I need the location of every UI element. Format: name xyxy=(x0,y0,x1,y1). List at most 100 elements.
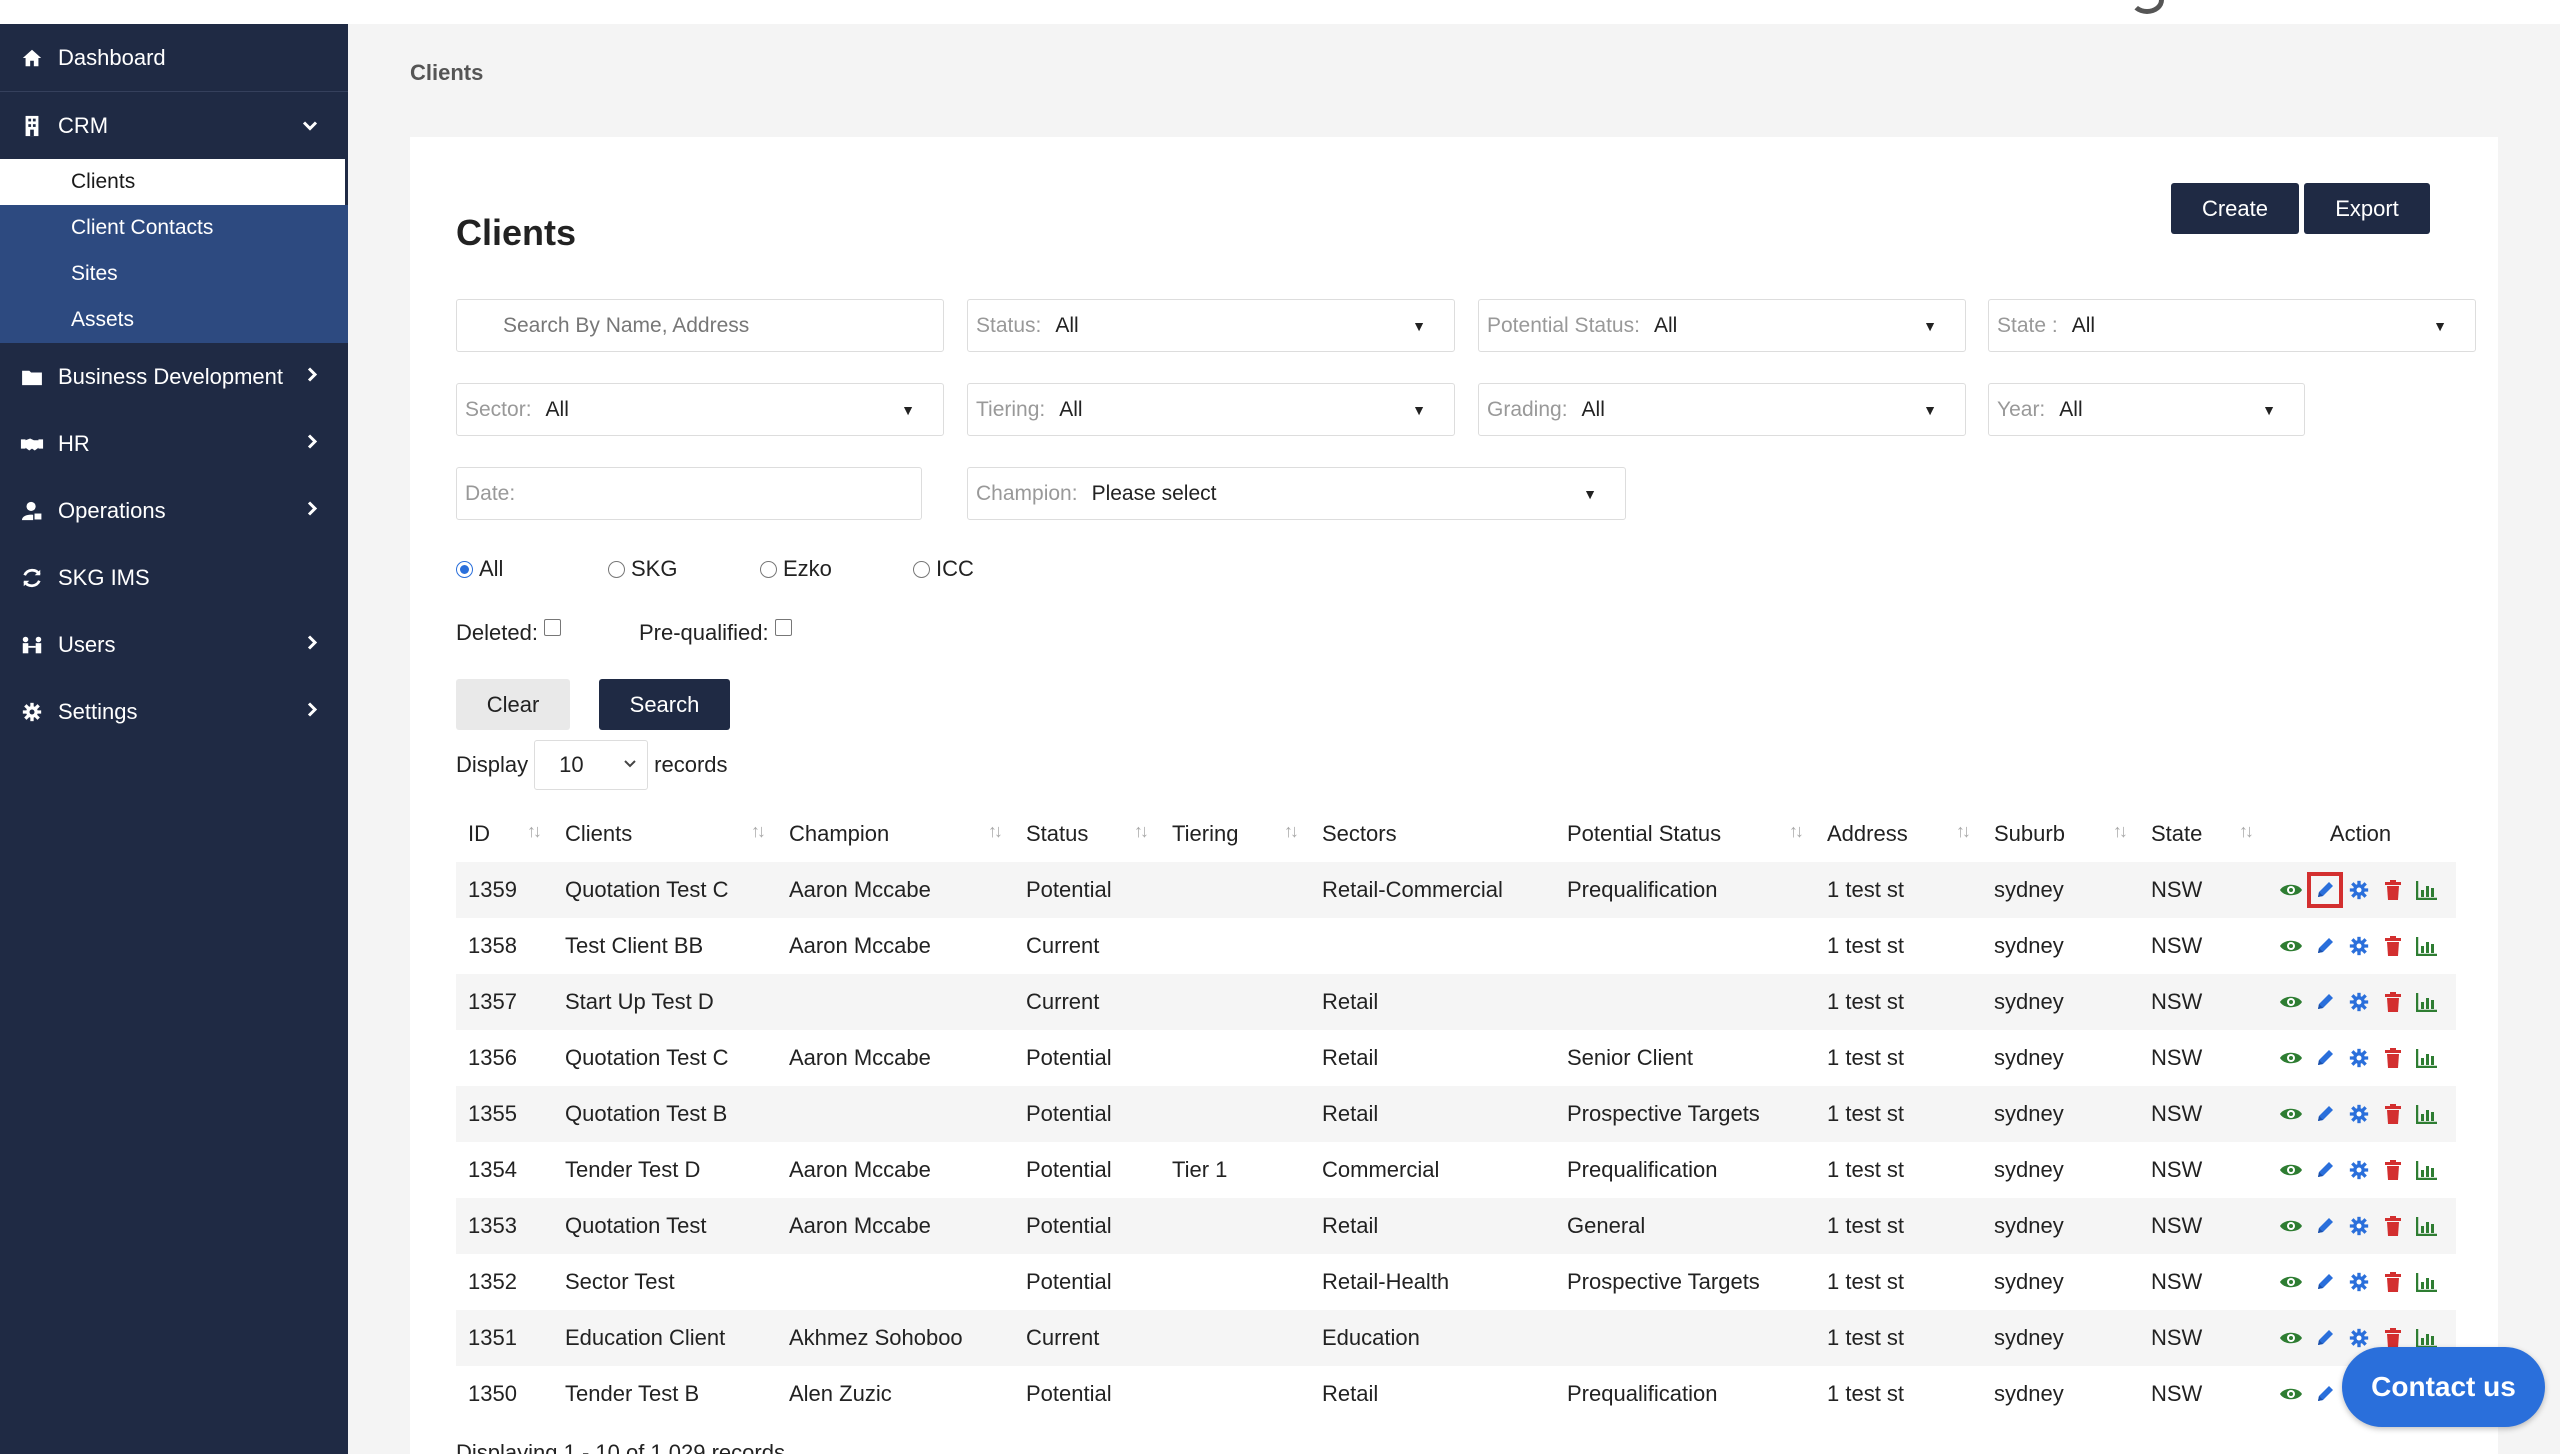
column-header-address[interactable]: Address ↑↓ xyxy=(1815,806,1982,862)
edit-icon[interactable] xyxy=(2311,1156,2339,1184)
sidebar-item-users[interactable]: Users xyxy=(0,611,348,678)
sidebar-item-dashboard[interactable]: Dashboard xyxy=(0,24,348,91)
settings-icon[interactable] xyxy=(2345,1100,2373,1128)
edit-icon[interactable] xyxy=(2311,1212,2339,1240)
sidebar-item-business-development[interactable]: Business Development xyxy=(0,343,348,410)
settings-icon[interactable] xyxy=(2345,1268,2373,1296)
radio-icc[interactable]: ICC xyxy=(913,556,974,582)
records-summary: Displaying 1 - 10 of 1,029 records xyxy=(456,1440,785,1454)
chart-icon[interactable] xyxy=(2413,1156,2441,1184)
delete-icon[interactable] xyxy=(2379,876,2407,904)
edit-icon[interactable] xyxy=(2311,1268,2339,1296)
sector-label: Sector: xyxy=(465,397,532,421)
search-button[interactable]: Search xyxy=(599,679,730,730)
column-header-tiering[interactable]: Tiering ↑↓ xyxy=(1160,806,1310,862)
sidebar-subitem-sites[interactable]: Sites xyxy=(0,251,348,297)
cell-champion: Aaron Mccabe xyxy=(789,877,931,902)
radio-ezko[interactable]: Ezko xyxy=(760,556,832,582)
search-input[interactable]: Search By Name, Address xyxy=(456,299,944,352)
column-header-state[interactable]: State ↑↓ xyxy=(2139,806,2265,862)
edit-icon[interactable] xyxy=(2311,1100,2339,1128)
header-label: State xyxy=(2151,821,2203,846)
edit-icon[interactable] xyxy=(2311,1324,2339,1352)
sidebar-item-hr[interactable]: HR xyxy=(0,410,348,477)
chart-icon[interactable] xyxy=(2413,1268,2441,1296)
cell-potential-status: Senior Client xyxy=(1567,1045,1693,1070)
cell-id: 1352 xyxy=(468,1269,517,1294)
sidebar-item-operations[interactable]: Operations xyxy=(0,477,348,544)
view-icon[interactable] xyxy=(2277,1324,2305,1352)
view-icon[interactable] xyxy=(2277,1044,2305,1072)
delete-icon[interactable] xyxy=(2379,1156,2407,1184)
chart-icon[interactable] xyxy=(2413,932,2441,960)
view-icon[interactable] xyxy=(2277,1268,2305,1296)
deleted-checkbox[interactable] xyxy=(543,618,561,636)
settings-icon[interactable] xyxy=(2345,988,2373,1016)
column-header-id[interactable]: ID ↑↓ xyxy=(456,806,553,862)
view-icon[interactable] xyxy=(2277,1212,2305,1240)
column-header-clients[interactable]: Clients ↑↓ xyxy=(553,806,777,862)
column-header-champion[interactable]: Champion ↑↓ xyxy=(777,806,1014,862)
chart-icon[interactable] xyxy=(2413,1044,2441,1072)
view-icon[interactable] xyxy=(2277,1156,2305,1184)
radio-all[interactable]: All xyxy=(456,556,503,582)
sidebar-item-label: SKG IMS xyxy=(58,564,150,590)
column-header-status[interactable]: Status ↑↓ xyxy=(1014,806,1160,862)
sidebar-item-skg-ims[interactable]: SKG IMS xyxy=(0,544,348,611)
settings-icon[interactable] xyxy=(2345,932,2373,960)
header-label: Tiering xyxy=(1172,821,1239,846)
column-header-potential-status[interactable]: Potential Status ↑↓ xyxy=(1555,806,1815,862)
export-button[interactable]: Export xyxy=(2304,183,2430,234)
column-header-sectors[interactable]: Sectors xyxy=(1310,806,1555,862)
chart-icon[interactable] xyxy=(2413,1100,2441,1128)
user-avatar-partial[interactable] xyxy=(2130,0,2164,14)
delete-icon[interactable] xyxy=(2379,932,2407,960)
delete-icon[interactable] xyxy=(2379,1268,2407,1296)
view-icon[interactable] xyxy=(2277,1380,2305,1408)
chart-icon[interactable] xyxy=(2413,988,2441,1016)
prequalified-checkbox[interactable] xyxy=(774,618,792,636)
clear-button[interactable]: Clear xyxy=(456,679,570,730)
chart-icon[interactable] xyxy=(2413,1212,2441,1240)
sidebar-item-settings[interactable]: Settings xyxy=(0,678,348,745)
sidebar-subitem-assets[interactable]: Assets xyxy=(0,297,348,343)
grading-select[interactable]: Grading: All ▼ xyxy=(1478,383,1966,436)
view-icon[interactable] xyxy=(2277,1100,2305,1128)
create-button[interactable]: Create xyxy=(2171,183,2299,234)
delete-icon[interactable] xyxy=(2379,1044,2407,1072)
state-select[interactable]: State : All ▼ xyxy=(1988,299,2476,352)
edit-icon[interactable] xyxy=(2311,988,2339,1016)
potential-status-select[interactable]: Potential Status: All ▼ xyxy=(1478,299,1966,352)
column-header-suburb[interactable]: Suburb ↑↓ xyxy=(1982,806,2139,862)
sidebar-subitem-client-contacts[interactable]: Client Contacts xyxy=(0,205,348,251)
sidebar: Dashboard CRM Clients Client Contacts Si… xyxy=(0,24,348,1454)
view-icon[interactable] xyxy=(2277,932,2305,960)
view-icon[interactable] xyxy=(2277,988,2305,1016)
delete-icon[interactable] xyxy=(2379,1100,2407,1128)
sidebar-subitem-clients[interactable]: Clients xyxy=(0,159,348,205)
edit-icon[interactable] xyxy=(2311,932,2339,960)
grading-value: All xyxy=(1581,397,1605,421)
date-input[interactable]: Date: xyxy=(456,467,922,520)
delete-icon[interactable] xyxy=(2379,988,2407,1016)
settings-icon[interactable] xyxy=(2345,876,2373,904)
tiering-select[interactable]: Tiering: All ▼ xyxy=(967,383,1455,436)
champion-select[interactable]: Champion: Please select ▼ xyxy=(967,467,1626,520)
status-select[interactable]: Status: All ▼ xyxy=(967,299,1455,352)
settings-icon[interactable] xyxy=(2345,1324,2373,1352)
contact-us-button[interactable]: Contact us xyxy=(2342,1347,2545,1427)
settings-icon[interactable] xyxy=(2345,1044,2373,1072)
settings-icon[interactable] xyxy=(2345,1212,2373,1240)
chart-icon[interactable] xyxy=(2413,876,2441,904)
settings-icon[interactable] xyxy=(2345,1156,2373,1184)
delete-icon[interactable] xyxy=(2379,1212,2407,1240)
sidebar-item-crm[interactable]: CRM xyxy=(0,92,348,159)
records-per-page-select[interactable]: 10 xyxy=(534,740,649,790)
edit-icon[interactable] xyxy=(2307,872,2343,908)
radio-skg[interactable]: SKG xyxy=(608,556,677,582)
view-icon[interactable] xyxy=(2277,876,2305,904)
edit-icon[interactable] xyxy=(2311,1044,2339,1072)
year-select[interactable]: Year: All ▼ xyxy=(1988,383,2305,436)
edit-icon[interactable] xyxy=(2311,1380,2339,1408)
sector-select[interactable]: Sector: All ▼ xyxy=(456,383,944,436)
